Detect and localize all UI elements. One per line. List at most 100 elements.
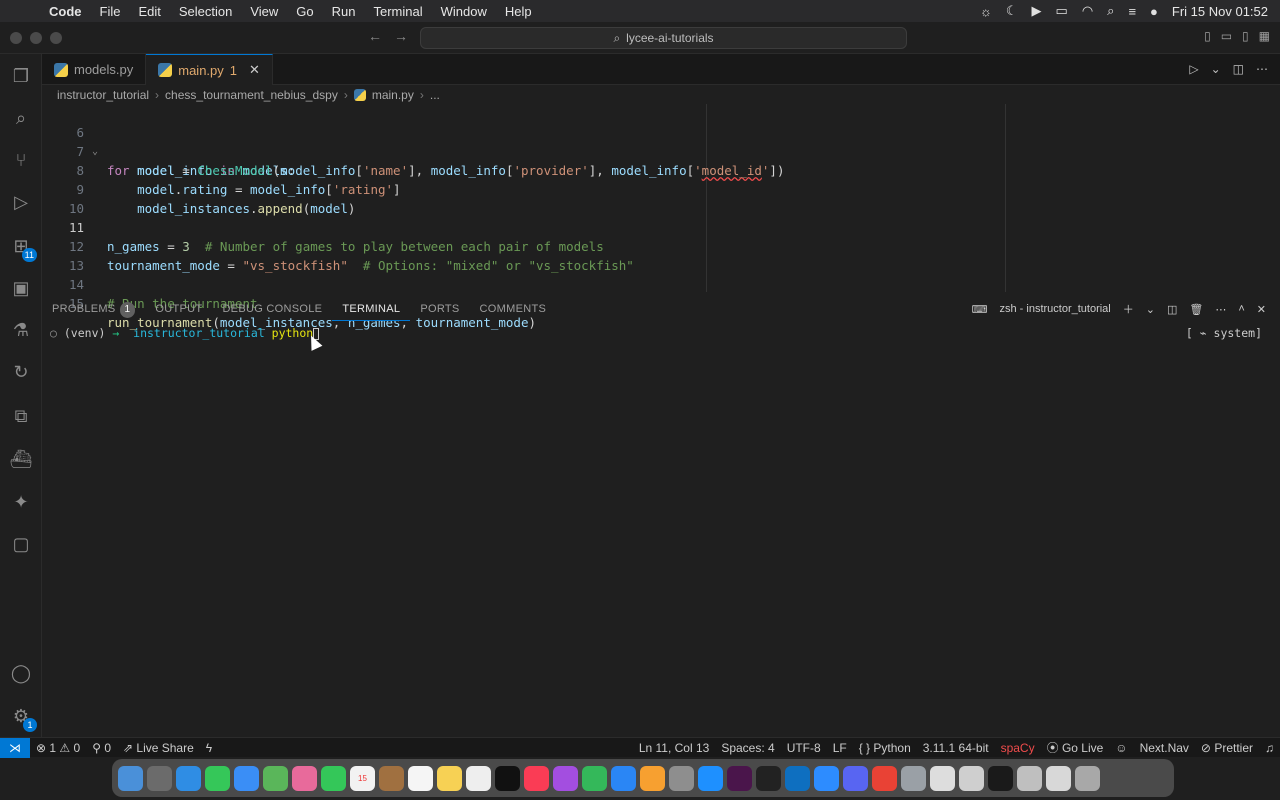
explorer-icon[interactable]: ❐ bbox=[9, 64, 33, 88]
terminal[interactable]: ○ (venv) → instructor_tutorial python [ … bbox=[42, 322, 1280, 737]
language-mode[interactable]: { } Python bbox=[853, 741, 917, 755]
notifications-bell-icon[interactable]: ♫ bbox=[1259, 741, 1280, 755]
remote-explorer-icon[interactable]: ▣ bbox=[9, 276, 33, 300]
wifi-icon[interactable]: ◠ bbox=[1082, 3, 1093, 19]
system-settings-icon[interactable] bbox=[669, 765, 694, 791]
textedit-icon[interactable] bbox=[930, 765, 955, 791]
contacts-icon[interactable] bbox=[379, 765, 404, 791]
moon-icon[interactable]: ☾ bbox=[1006, 3, 1018, 19]
testing-icon[interactable]: ⚗ bbox=[9, 318, 33, 342]
split-editor-icon[interactable]: ◫ bbox=[1233, 62, 1244, 76]
docker-icon[interactable]: ⛴ bbox=[9, 447, 33, 471]
code-editor[interactable]: 6 ⌄ for model_info in models: 7 model = … bbox=[42, 104, 1280, 330]
tab-ports[interactable]: PORTS bbox=[410, 297, 469, 321]
more-actions-icon[interactable]: ⋯ bbox=[1256, 62, 1268, 76]
breadcrumb-item[interactable]: main.py bbox=[372, 88, 414, 102]
messages-icon[interactable] bbox=[205, 765, 230, 791]
containers-icon[interactable]: ⧉ bbox=[9, 404, 33, 428]
source-control-icon[interactable]: ⑂ bbox=[9, 148, 33, 172]
freeform-icon[interactable] bbox=[466, 765, 491, 791]
numbers-icon[interactable] bbox=[582, 765, 607, 791]
photos-icon[interactable] bbox=[292, 765, 317, 791]
trash-icon[interactable] bbox=[1075, 765, 1100, 791]
accounts-icon[interactable]: ◯ bbox=[9, 661, 33, 685]
toggle-panel-icon[interactable]: ▭ bbox=[1221, 29, 1232, 43]
menu-app-name[interactable]: Code bbox=[40, 4, 91, 19]
go-live-button[interactable]: ⦿ Go Live bbox=[1041, 739, 1110, 756]
tab-terminal[interactable]: TERMINAL bbox=[332, 297, 411, 321]
close-window-button[interactable] bbox=[10, 31, 22, 44]
breadcrumb-item[interactable]: ... bbox=[430, 88, 440, 102]
vscode-icon[interactable] bbox=[785, 765, 810, 791]
command-center-search[interactable]: ⌕ lycee-ai-tutorials bbox=[420, 27, 907, 49]
mail-icon[interactable] bbox=[234, 765, 259, 791]
preview-icon[interactable] bbox=[901, 765, 926, 791]
zoom-window-button[interactable] bbox=[50, 31, 62, 44]
close-icon[interactable]: ✕ bbox=[249, 62, 260, 78]
breadcrumb-item[interactable]: chess_tournament_nebius_dspy bbox=[165, 88, 338, 102]
chevron-down-icon[interactable]: ⌄ bbox=[1146, 303, 1155, 316]
chevron-down-icon[interactable]: ⌄ bbox=[1211, 62, 1221, 76]
pages-icon[interactable] bbox=[640, 765, 665, 791]
python-interpreter[interactable]: 3.11.1 64-bit bbox=[917, 741, 995, 755]
run-debug-icon[interactable]: ▷ bbox=[9, 190, 33, 214]
forward-arrow-icon[interactable]: → bbox=[394, 28, 408, 44]
split-terminal-icon[interactable]: ◫ bbox=[1167, 303, 1177, 316]
menu-run[interactable]: Run bbox=[323, 4, 365, 19]
control-center-icon[interactable]: ≡ bbox=[1128, 4, 1136, 19]
tab-comments[interactable]: COMMENTS bbox=[470, 297, 557, 321]
menubar-datetime[interactable]: Fri 15 Nov 01:52 bbox=[1172, 4, 1268, 19]
indentation[interactable]: Spaces: 4 bbox=[715, 741, 780, 755]
menu-terminal[interactable]: Terminal bbox=[365, 4, 432, 19]
battery-icon[interactable]: ▭ bbox=[1056, 3, 1068, 19]
brightness-icon[interactable]: ☼ bbox=[980, 4, 992, 19]
customize-layout-icon[interactable]: ▦ bbox=[1259, 29, 1270, 43]
toggle-secondary-sidebar-icon[interactable]: ▯ bbox=[1242, 29, 1249, 43]
window-thumbnail-icon[interactable] bbox=[959, 765, 984, 791]
live-share-status[interactable]: ⇗ Live Share bbox=[117, 741, 200, 755]
line-ending[interactable]: LF bbox=[827, 741, 853, 755]
minimize-window-button[interactable] bbox=[30, 31, 42, 44]
new-terminal-icon[interactable]: ＋ bbox=[1123, 301, 1134, 317]
discord-icon[interactable] bbox=[843, 765, 868, 791]
back-arrow-icon[interactable]: ← bbox=[368, 28, 382, 44]
tab-main-py[interactable]: main.py 1 ✕ bbox=[146, 54, 273, 85]
tab-output[interactable]: OUTPUT bbox=[145, 297, 212, 321]
notes-icon[interactable] bbox=[437, 765, 462, 791]
window-thumbnail-icon[interactable] bbox=[1017, 765, 1042, 791]
more-actions-icon[interactable]: ⋯ bbox=[1215, 303, 1226, 316]
reminders-icon[interactable] bbox=[408, 765, 433, 791]
ports-status[interactable]: ⚲ 0 bbox=[86, 741, 117, 755]
menu-go[interactable]: Go bbox=[287, 4, 322, 19]
live-share-icon[interactable]: ↻ bbox=[9, 360, 33, 384]
calendar-icon[interactable]: 15 bbox=[350, 765, 375, 791]
menu-selection[interactable]: Selection bbox=[170, 4, 241, 19]
spacy-status[interactable]: spaCy bbox=[995, 741, 1041, 755]
python-icon[interactable]: ✦ bbox=[9, 490, 33, 514]
menu-help[interactable]: Help bbox=[496, 4, 541, 19]
problems-status[interactable]: ⊗ 1 ⚠ 0 bbox=[30, 741, 86, 755]
tab-debug-console[interactable]: DEBUG CONSOLE bbox=[212, 297, 332, 321]
window-thumbnail-icon[interactable] bbox=[1046, 765, 1071, 791]
cursor-position[interactable]: Ln 11, Col 13 bbox=[633, 741, 716, 755]
search-icon[interactable]: ⌕ bbox=[9, 106, 33, 130]
lightning-icon[interactable]: ϟ bbox=[200, 741, 218, 755]
safari-icon[interactable] bbox=[176, 765, 201, 791]
tv-icon[interactable] bbox=[495, 765, 520, 791]
toggle-sidebar-icon[interactable]: ▯ bbox=[1204, 29, 1211, 43]
launchpad-icon[interactable] bbox=[147, 765, 172, 791]
chrome-icon[interactable] bbox=[872, 765, 897, 791]
tab-problems[interactable]: PROBLEMS 1 bbox=[42, 297, 145, 321]
next-nav[interactable]: Next.Nav bbox=[1134, 741, 1195, 755]
terminal-app-icon[interactable] bbox=[756, 765, 781, 791]
siri-icon[interactable]: ● bbox=[1150, 4, 1158, 19]
menu-file[interactable]: File bbox=[91, 4, 130, 19]
menu-edit[interactable]: Edit bbox=[129, 4, 169, 19]
copilot-icon[interactable]: ☺ bbox=[1109, 741, 1133, 755]
settings-gear-icon[interactable]: ⚙ 1 bbox=[9, 704, 37, 732]
menu-window[interactable]: Window bbox=[432, 4, 496, 19]
extensions-icon[interactable]: ⊞ 11 bbox=[9, 234, 37, 262]
tab-models-py[interactable]: models.py bbox=[42, 54, 147, 85]
maximize-panel-icon[interactable]: ˄ bbox=[1238, 303, 1244, 315]
search-icon[interactable]: ⌕ bbox=[1107, 3, 1114, 19]
